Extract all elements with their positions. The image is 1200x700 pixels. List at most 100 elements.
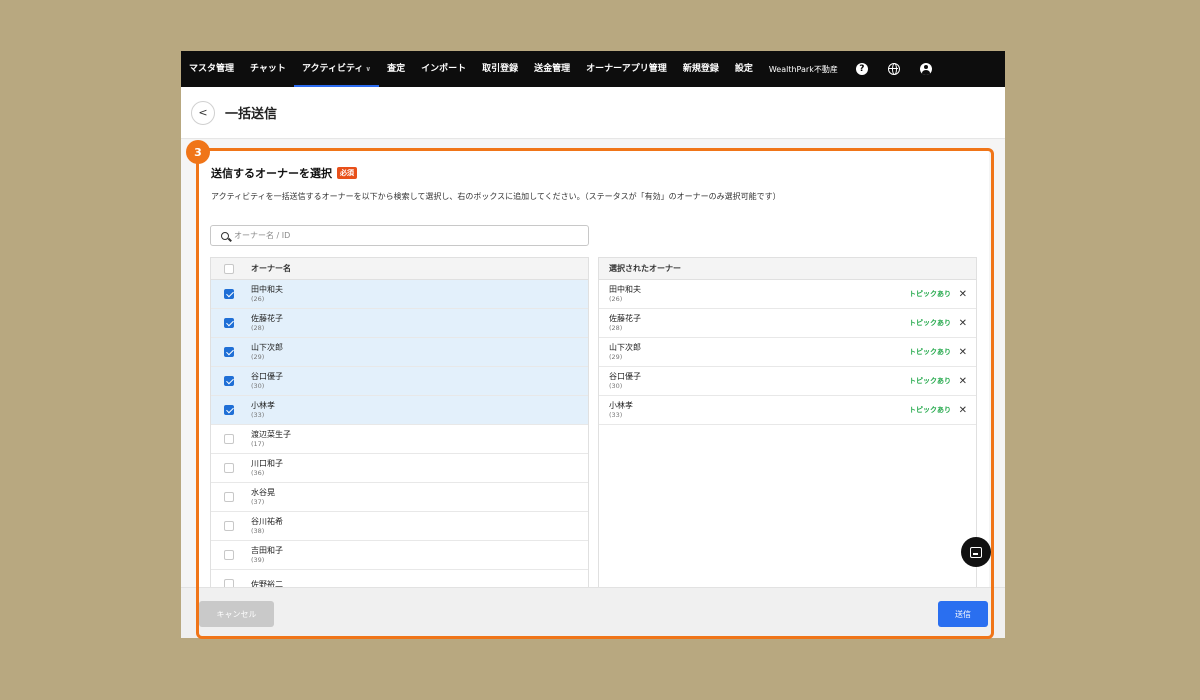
remove-icon[interactable]: ✕ <box>959 289 967 300</box>
help-icon[interactable]: ? <box>855 63 868 75</box>
owner-row[interactable]: 谷口優子 (30) <box>211 367 588 396</box>
selected-owner-id: (26) <box>609 295 623 303</box>
owner-name: 山下次郎 <box>251 343 283 352</box>
owner-row[interactable]: 佐藤花子 (28) <box>211 309 588 338</box>
page-header: < 一括送信 <box>181 87 1005 139</box>
owner-id: (37) <box>251 498 265 506</box>
owner-row[interactable]: 田中和夫 (26) <box>211 280 588 309</box>
required-badge: 必須 <box>337 167 357 179</box>
globe-icon[interactable] <box>887 63 900 75</box>
selected-owner-name: 山下次郎 <box>609 343 641 352</box>
owner-id: (38) <box>251 527 265 535</box>
owner-checkbox[interactable] <box>224 463 234 473</box>
owner-checkbox[interactable] <box>224 347 234 357</box>
owner-id: (28) <box>251 324 265 332</box>
selected-owner-info: 山下次郎 (29) <box>609 342 641 362</box>
nav-item-assessment[interactable]: 査定 <box>379 51 413 87</box>
selected-owners-header-label: 選択されたオーナー <box>609 264 681 273</box>
selected-owner-id: (30) <box>609 382 623 390</box>
selected-owner-row: 小林孝 (33) トピックあり ✕ <box>599 396 976 425</box>
selected-owner-row: 山下次郎 (29) トピックあり ✕ <box>599 338 976 367</box>
section-title: 送信するオーナーを選択 必須 <box>211 165 357 181</box>
owner-row[interactable]: 水谷晃 (37) <box>211 483 588 512</box>
cancel-button[interactable]: キャンセル <box>199 601 274 627</box>
chevron-left-icon: < <box>198 106 208 119</box>
owner-checkbox[interactable] <box>224 434 234 444</box>
organization-name[interactable]: WealthPark不動産 <box>761 64 846 75</box>
topic-tag: トピックあり <box>909 377 951 385</box>
owner-id: (17) <box>251 440 265 448</box>
app-window: マスタ管理 チャット アクティビティ ∨ 査定 インポート 取引登録 送金管理 オ… <box>181 51 1005 638</box>
owner-checkbox[interactable] <box>224 376 234 386</box>
owner-row[interactable]: 吉田和子 (39) <box>211 541 588 570</box>
remove-icon[interactable]: ✕ <box>959 318 967 329</box>
owner-name: 渡辺菜生子 <box>251 430 291 439</box>
owner-checkbox[interactable] <box>224 492 234 502</box>
owner-id: (39) <box>251 556 265 564</box>
topic-tag: トピックあり <box>909 319 951 327</box>
user-icon[interactable] <box>919 63 932 75</box>
remove-icon[interactable]: ✕ <box>959 405 967 416</box>
owner-checkbox[interactable] <box>224 318 234 328</box>
owner-id: (36) <box>251 469 265 477</box>
owner-row[interactable]: 谷川祐希 (38) <box>211 512 588 541</box>
nav-item-settings[interactable]: 設定 <box>727 51 761 87</box>
selected-owner-info: 小林孝 (33) <box>609 400 633 420</box>
owner-id: (29) <box>251 353 265 361</box>
nav-item-master[interactable]: マスタ管理 <box>181 51 242 87</box>
selected-owners-header: 選択されたオーナー <box>599 258 976 280</box>
owner-id: (26) <box>251 295 265 303</box>
step-number-badge: 3 <box>186 140 210 164</box>
owner-row[interactable]: 川口和子 (36) <box>211 454 588 483</box>
owner-search[interactable] <box>210 225 589 246</box>
chevron-down-icon: ∨ <box>365 65 372 73</box>
nav-item-remittance[interactable]: 送金管理 <box>526 51 578 87</box>
selected-owner-row: 田中和夫 (26) トピックあり ✕ <box>599 280 976 309</box>
search-icon <box>221 231 229 240</box>
owner-info: 佐藤花子 (28) <box>251 313 283 333</box>
remove-icon[interactable]: ✕ <box>959 347 967 358</box>
send-button[interactable]: 送信 <box>938 601 988 627</box>
owner-name: 水谷晃 <box>251 488 275 497</box>
selected-owner-info: 佐藤花子 (28) <box>609 313 641 333</box>
nav-item-activity-label: アクティビティ <box>301 64 364 74</box>
nav-item-activity[interactable]: アクティビティ ∨ <box>293 51 380 87</box>
topic-tag: トピックあり <box>909 348 951 356</box>
selected-owner-name: 田中和夫 <box>609 285 641 294</box>
action-footer: キャンセル 送信 <box>181 587 1005 638</box>
selected-owner-id: (33) <box>609 411 623 419</box>
nav-item-chat[interactable]: チャット <box>242 51 294 87</box>
owner-select-card: 送信するオーナーを選択 必須 アクティビティを一括送信するオーナーを以下から検索… <box>197 148 989 638</box>
owner-checkbox[interactable] <box>224 405 234 415</box>
owner-info: 水谷晃 (37) <box>251 487 275 507</box>
selected-owner-row: 谷口優子 (30) トピックあり ✕ <box>599 367 976 396</box>
owner-checkbox[interactable] <box>224 550 234 560</box>
owner-name: 川口和子 <box>251 459 283 468</box>
owner-id: (33) <box>251 411 265 419</box>
owner-row[interactable]: 渡辺菜生子 (17) <box>211 425 588 454</box>
owner-info: 谷川祐希 (38) <box>251 516 283 536</box>
owner-name: 小林孝 <box>251 401 275 410</box>
owner-info: 田中和夫 (26) <box>251 284 283 304</box>
owner-list-panel[interactable]: オーナー名 田中和夫 (26) 佐藤花子 (28) 山下次郎 (29) 谷口優子 (30) 小林… <box>210 257 589 597</box>
owner-row[interactable]: 山下次郎 (29) <box>211 338 588 367</box>
selected-owners-panel[interactable]: 選択されたオーナー 田中和夫 (26) トピックあり ✕ 佐藤花子 (28) トピックあり ✕… <box>598 257 977 597</box>
search-input[interactable] <box>234 231 574 240</box>
selected-owner-id: (28) <box>609 324 623 332</box>
owner-name: 吉田和子 <box>251 546 283 555</box>
chat-launcher-button[interactable] <box>961 537 991 567</box>
nav-item-new-registration[interactable]: 新規登録 <box>675 51 727 87</box>
remove-icon[interactable]: ✕ <box>959 376 967 387</box>
owner-checkbox[interactable] <box>224 521 234 531</box>
owner-checkbox[interactable] <box>224 289 234 299</box>
owner-list: 田中和夫 (26) 佐藤花子 (28) 山下次郎 (29) 谷口優子 (30) 小林孝 (33) 渡… <box>211 280 588 596</box>
nav-item-owner-app[interactable]: オーナーアプリ管理 <box>578 51 675 87</box>
nav-item-import[interactable]: インポート <box>413 51 474 87</box>
nav-item-transactions[interactable]: 取引登録 <box>474 51 526 87</box>
owner-list-header-label: オーナー名 <box>251 264 291 273</box>
topic-tag: トピックあり <box>909 406 951 414</box>
select-all-checkbox[interactable] <box>224 263 234 274</box>
back-button[interactable]: < <box>191 100 215 125</box>
owner-info: 谷口優子 (30) <box>251 371 283 391</box>
owner-row[interactable]: 小林孝 (33) <box>211 396 588 425</box>
